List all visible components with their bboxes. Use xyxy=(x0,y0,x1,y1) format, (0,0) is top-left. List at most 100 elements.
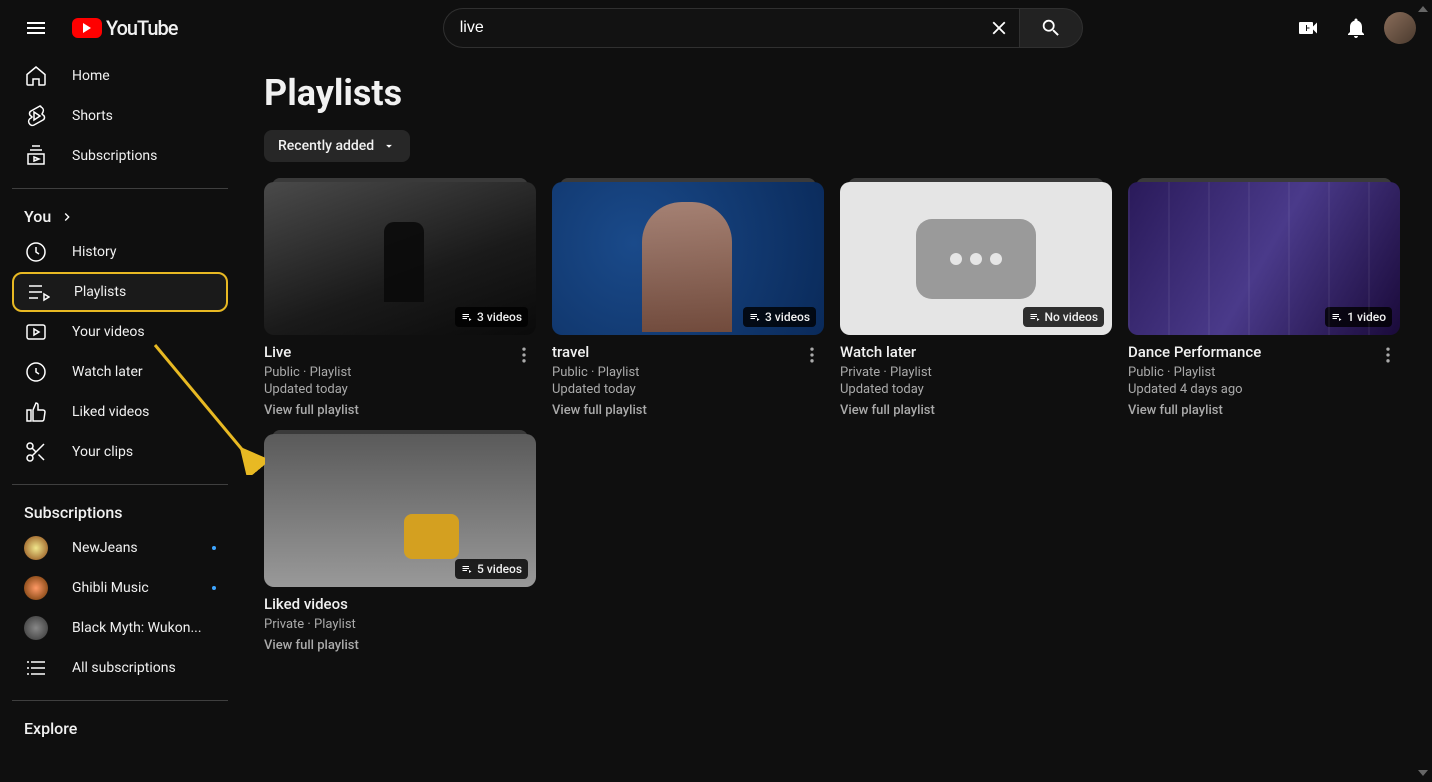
sidebar-item-watch-later[interactable]: Watch later xyxy=(12,352,228,392)
playlist-title[interactable]: Live xyxy=(264,343,512,361)
playlist-grid: 3 videos Live Public · Playlist Updated … xyxy=(264,182,1408,653)
sidebar-item-label: Playlists xyxy=(74,284,126,300)
sidebar: Home Shorts Subscriptions You History Pl… xyxy=(0,56,240,782)
more-vert-icon xyxy=(802,345,822,365)
sidebar-item-label: History xyxy=(72,244,117,260)
home-icon xyxy=(24,64,48,88)
playlist-visibility: Public · Playlist xyxy=(552,365,800,380)
sidebar-item-playlists[interactable]: Playlists xyxy=(12,272,228,312)
video-count-badge: 1 video xyxy=(1325,307,1392,327)
sidebar-item-shorts[interactable]: Shorts xyxy=(12,96,228,136)
playlist-title[interactable]: Dance Performance xyxy=(1128,343,1376,361)
video-count-badge: No videos xyxy=(1023,307,1105,327)
playlist-title[interactable]: Liked videos xyxy=(264,595,536,613)
sidebar-item-your-videos[interactable]: Your videos xyxy=(12,312,228,352)
playlist-card: 5 videos Liked videos Private · Playlist… xyxy=(264,434,536,653)
video-count-badge: 3 videos xyxy=(455,307,528,327)
search-clear-button[interactable] xyxy=(979,8,1019,48)
playlist-card: 1 video Dance Performance Public · Playl… xyxy=(1128,182,1400,418)
youtube-logo[interactable]: YouTube xyxy=(72,16,178,40)
playlist-icon xyxy=(1331,311,1343,323)
search-icon xyxy=(1040,17,1062,39)
playlist-card: 3 videos travel Public · Playlist Update… xyxy=(552,182,824,418)
subscriptions-icon xyxy=(24,144,48,168)
header-right xyxy=(1288,8,1416,48)
sidebar-subscriptions-section: Subscriptions xyxy=(12,497,228,528)
scissors-icon xyxy=(24,440,48,464)
view-full-playlist-link[interactable]: View full playlist xyxy=(264,638,536,653)
playlist-icon xyxy=(1029,311,1041,323)
playlist-icon xyxy=(461,311,473,323)
playlist-thumbnail[interactable]: 3 videos xyxy=(264,182,536,335)
view-full-playlist-link[interactable]: View full playlist xyxy=(840,403,1112,418)
sidebar-item-your-clips[interactable]: Your clips xyxy=(12,432,228,472)
sidebar-explore-section: Explore xyxy=(12,713,228,744)
sidebar-item-label: Subscriptions xyxy=(72,148,157,164)
sort-label: Recently added xyxy=(278,138,374,154)
more-vert-icon xyxy=(1378,345,1398,365)
sidebar-item-home[interactable]: Home xyxy=(12,56,228,96)
view-full-playlist-link[interactable]: View full playlist xyxy=(1128,403,1376,418)
chevron-down-icon xyxy=(382,139,396,153)
page-title: Playlists xyxy=(264,72,1408,114)
channel-name: Black Myth: Wukon... xyxy=(72,620,216,636)
sidebar-channel-newjeans[interactable]: NewJeans xyxy=(12,528,228,568)
playlist-menu-button[interactable] xyxy=(800,343,824,367)
channel-avatar xyxy=(24,536,48,560)
playlist-icon xyxy=(461,563,473,575)
playlist-updated: Updated today xyxy=(264,382,512,397)
divider xyxy=(12,700,228,701)
search-bar xyxy=(443,8,1083,48)
sidebar-all-subscriptions[interactable]: All subscriptions xyxy=(12,648,228,688)
scrollbar-up[interactable] xyxy=(1418,6,1428,12)
playlist-menu-button[interactable] xyxy=(1376,343,1400,367)
playlist-updated: Updated 4 days ago xyxy=(1128,382,1376,397)
sidebar-channel-blackmyth[interactable]: Black Myth: Wukon... xyxy=(12,608,228,648)
sidebar-item-label: Your clips xyxy=(72,444,133,460)
channel-avatar xyxy=(24,576,48,600)
sidebar-item-subscriptions[interactable]: Subscriptions xyxy=(12,136,228,176)
view-full-playlist-link[interactable]: View full playlist xyxy=(552,403,800,418)
header: YouTube xyxy=(0,0,1432,56)
playlist-card: No videos Watch later Private · Playlist… xyxy=(840,182,1112,418)
search-button[interactable] xyxy=(1019,8,1083,48)
view-full-playlist-link[interactable]: View full playlist xyxy=(264,403,512,418)
playlist-thumbnail[interactable]: No videos xyxy=(840,182,1112,335)
create-button[interactable] xyxy=(1288,8,1328,48)
divider xyxy=(12,188,228,189)
channel-name: NewJeans xyxy=(72,540,188,556)
account-avatar[interactable] xyxy=(1384,12,1416,44)
sidebar-you-section[interactable]: You xyxy=(12,201,228,232)
playlist-thumbnail[interactable]: 3 videos xyxy=(552,182,824,335)
sidebar-item-label: Your videos xyxy=(72,324,145,340)
playlist-menu-button[interactable] xyxy=(512,343,536,367)
sidebar-item-history[interactable]: History xyxy=(12,232,228,272)
thumbs-up-icon xyxy=(24,400,48,424)
sort-dropdown[interactable]: Recently added xyxy=(264,130,410,162)
playlist-visibility: Private · Playlist xyxy=(264,617,536,632)
sidebar-item-label: Home xyxy=(72,68,110,84)
youtube-logo-text: YouTube xyxy=(106,16,178,40)
playlist-title[interactable]: Watch later xyxy=(840,343,1112,361)
watch-later-icon xyxy=(24,360,48,384)
main-content: Playlists Recently added 3 videos Live P… xyxy=(240,56,1432,782)
playlist-thumbnail[interactable]: 1 video xyxy=(1128,182,1400,335)
scrollbar-down[interactable] xyxy=(1418,770,1428,776)
search-input[interactable] xyxy=(443,8,979,48)
playlist-title[interactable]: travel xyxy=(552,343,800,361)
sidebar-item-liked-videos[interactable]: Liked videos xyxy=(12,392,228,432)
section-title-label: You xyxy=(24,207,51,226)
sidebar-channel-ghibli[interactable]: Ghibli Music xyxy=(12,568,228,608)
channel-avatar xyxy=(24,616,48,640)
your-videos-icon xyxy=(24,320,48,344)
playlist-thumbnail[interactable]: 5 videos xyxy=(264,434,536,587)
new-content-dot xyxy=(212,546,216,550)
new-content-dot xyxy=(212,586,216,590)
section-title-label: Subscriptions xyxy=(24,503,123,522)
close-icon xyxy=(988,17,1010,39)
notifications-button[interactable] xyxy=(1336,8,1376,48)
youtube-logo-icon xyxy=(72,18,102,38)
more-vert-icon xyxy=(514,345,534,365)
sidebar-item-label: All subscriptions xyxy=(72,660,216,676)
hamburger-menu-button[interactable] xyxy=(16,8,56,48)
